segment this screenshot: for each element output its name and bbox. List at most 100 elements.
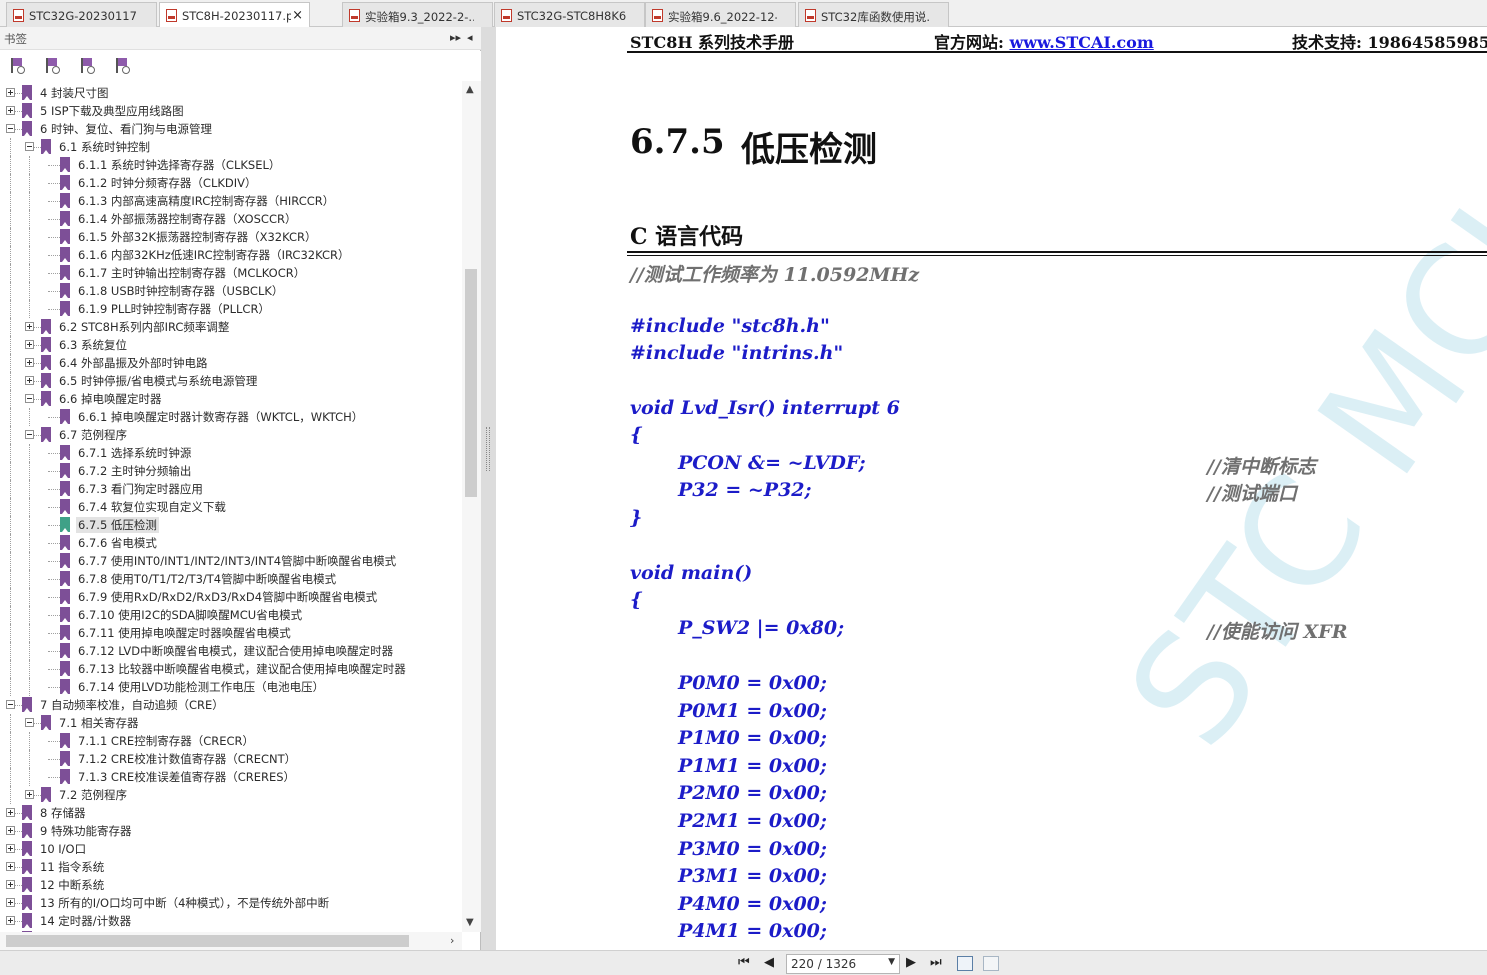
bookmark-item[interactable]: 6.7.6 省电模式 [0, 534, 462, 552]
bookmark-item[interactable]: 6.7.12 LVD中断唤醒省电模式，建议配合使用掉电唤醒定时器 [0, 642, 462, 660]
bookmark-item[interactable]: 6.7.11 使用掉电唤醒定时器唤醒省电模式 [0, 624, 462, 642]
panel-collapse-icon[interactable]: ◂ [467, 31, 473, 44]
bookmark-item[interactable]: 7.1.3 CRE校准误差值寄存器（CRERES） [0, 768, 462, 786]
expand-icon[interactable] [6, 826, 15, 835]
expand-icon[interactable] [6, 880, 15, 889]
bookmark-item[interactable]: 6.7.7 使用INT0/INT1/INT2/INT3/INT4管脚中断唤醒省电… [0, 552, 462, 570]
bookmark-item[interactable]: 6.1.2 时钟分频寄存器（CLKDIV） [0, 174, 462, 192]
bookmark-item[interactable]: 7.1.1 CRE控制寄存器（CRECR） [0, 732, 462, 750]
bookmark-item[interactable]: 12 中断系统 [0, 876, 462, 894]
first-page-icon[interactable]: ⏮ [738, 955, 750, 970]
bookmark-item[interactable]: 9 特殊功能寄存器 [0, 822, 462, 840]
bookmark-item[interactable]: 6.7.2 主时钟分频输出 [0, 462, 462, 480]
view-mode-icon[interactable] [957, 956, 973, 971]
bookmark-item[interactable]: 6.7 范例程序 [0, 426, 462, 444]
scroll-up-icon[interactable]: ▲ [466, 84, 474, 95]
scrollbar-thumb[interactable] [6, 935, 409, 947]
bookmark-item[interactable]: 6.1.8 USB时钟控制寄存器（USBCLK） [0, 282, 462, 300]
fit-page-icon[interactable] [983, 956, 999, 971]
bookmark-item[interactable]: 6.7.14 使用LVD功能检测工作电压（电池电压） [0, 678, 462, 696]
bookmark-item[interactable]: 6.7.4 软复位实现自定义下载 [0, 498, 462, 516]
bookmark-item[interactable]: 6.1.6 内部32KHz低速IRC控制寄存器（IRC32KCR） [0, 246, 462, 264]
splitter-grip[interactable] [486, 427, 490, 471]
collapse-icon[interactable] [25, 430, 34, 439]
panel-expand-icon[interactable]: ▸▸ [450, 31, 461, 44]
bookmark-item[interactable]: 6.7.8 使用T0/T1/T2/T3/T4管脚中断唤醒省电模式 [0, 570, 462, 588]
code-line: P0M0 = 0x00; [678, 672, 827, 694]
bookmark-item[interactable]: 7.1.2 CRE校准计数值寄存器（CRECNT） [0, 750, 462, 768]
tree-vertical-scrollbar[interactable]: ▲ ▼ [462, 81, 481, 932]
bookmark-item[interactable]: 6.7.3 看门狗定时器应用 [0, 480, 462, 498]
bookmark-item[interactable]: 6.6.1 掉电唤醒定时器计数寄存器（WKTCL，WKTCH） [0, 408, 462, 426]
scroll-right-icon[interactable]: › [450, 934, 454, 947]
add-bookmark-icon[interactable] [43, 57, 61, 75]
tab-document-4[interactable]: STC32G-STC8H8K6... [494, 2, 645, 27]
bookmark-item[interactable]: 6.7.13 比较器中断唤醒省电模式，建议配合使用掉电唤醒定时器 [0, 660, 462, 678]
bookmark-item[interactable]: 6.1 系统时钟控制 [0, 138, 462, 156]
next-page-icon[interactable]: ▶ [906, 955, 916, 970]
panel-splitter[interactable] [481, 27, 496, 950]
scroll-down-icon[interactable]: ▼ [466, 917, 474, 928]
bookmark-item[interactable]: 6.1.3 内部高速高精度IRC控制寄存器（HIRCCR） [0, 192, 462, 210]
bookmark-item[interactable]: 7 自动频率校准，自动追频（CRE） [0, 696, 462, 714]
chevron-down-icon[interactable]: ▼ [888, 957, 895, 967]
bookmark-item[interactable]: 6.1.1 系统时钟选择寄存器（CLKSEL） [0, 156, 462, 174]
bookmark-item[interactable]: 4 封装尺寸图 [0, 84, 462, 102]
bookmark-item[interactable]: 6.1.4 外部振荡器控制寄存器（XOSCCR） [0, 210, 462, 228]
bookmark-item[interactable]: 14 定时器/计数器 [0, 912, 462, 930]
bookmark-item[interactable]: 6.3 系统复位 [0, 336, 462, 354]
bookmark-item[interactable]: 6.7.10 使用I2C的SDA脚唤醒MCU省电模式 [0, 606, 462, 624]
code-line: P3M0 = 0x00; [678, 838, 827, 860]
tab-document-2[interactable]: STC8H-20230117.pdf...× [159, 2, 310, 28]
bookmark-item[interactable]: 6.6 掉电唤醒定时器 [0, 390, 462, 408]
bookmark-item[interactable]: 5 ISP下载及典型应用线路图 [0, 102, 462, 120]
collapse-icon[interactable] [6, 700, 15, 709]
bookmark-item[interactable]: 6.5 时钟停振/省电模式与系统电源管理 [0, 372, 462, 390]
bookmark-item[interactable]: 6.7.1 选择系统时钟源 [0, 444, 462, 462]
bookmark-item[interactable]: 6.1.7 主时钟输出控制寄存器（MCLKOCR） [0, 264, 462, 282]
scrollbar-thumb[interactable] [465, 269, 477, 497]
collapse-icon[interactable] [25, 142, 34, 151]
last-page-icon[interactable]: ⏭ [930, 955, 942, 970]
expand-icon[interactable] [6, 106, 15, 115]
expand-icon[interactable] [25, 322, 34, 331]
expand-icon[interactable] [6, 898, 15, 907]
tab-document-1[interactable]: STC32G-20230117.... [6, 2, 157, 27]
bookmark-item[interactable]: 10 I/O口 [0, 840, 462, 858]
expand-icon[interactable] [25, 340, 34, 349]
bookmark-check-icon[interactable] [113, 57, 131, 75]
bookmark-next-icon[interactable] [78, 57, 96, 75]
bookmark-item[interactable]: 6 时钟、复位、看门狗与电源管理 [0, 120, 462, 138]
expand-icon[interactable] [6, 916, 15, 925]
tab-document-5[interactable]: 实验箱9.6_2022-12-... [645, 2, 796, 27]
page-number-field[interactable]: 220 / 1326 ▼ [786, 954, 900, 974]
bookmark-icon[interactable] [8, 57, 26, 75]
site-link[interactable]: www.STCAI.com [1009, 33, 1153, 52]
tab-document-3[interactable]: 实验箱9.3_2022-2-... [342, 2, 493, 27]
bookmark-item[interactable]: 6.4 外部晶振及外部时钟电路 [0, 354, 462, 372]
bookmark-item[interactable]: 7.2 范例程序 [0, 786, 462, 804]
bookmark-item[interactable]: 7.1 相关寄存器 [0, 714, 462, 732]
previous-page-icon[interactable]: ◀ [764, 955, 774, 970]
expand-icon[interactable] [6, 862, 15, 871]
tree-horizontal-scrollbar[interactable]: › [0, 932, 462, 950]
collapse-icon[interactable] [25, 394, 34, 403]
bookmark-item[interactable]: 13 所有的I/O口均可中断（4种模式），不是传统外部中断 [0, 894, 462, 912]
bookmark-item[interactable]: 6.1.5 外部32K振荡器控制寄存器（X32KCR） [0, 228, 462, 246]
expand-icon[interactable] [6, 808, 15, 817]
bookmark-item[interactable]: 6.7.5 低压检测 [0, 516, 462, 534]
bookmark-item[interactable]: 6.7.9 使用RxD/RxD2/RxD3/RxD4管脚中断唤醒省电模式 [0, 588, 462, 606]
bookmark-item[interactable]: 8 存储器 [0, 804, 462, 822]
expand-icon[interactable] [25, 790, 34, 799]
expand-icon[interactable] [25, 376, 34, 385]
collapse-icon[interactable] [25, 718, 34, 727]
expand-icon[interactable] [6, 844, 15, 853]
bookmark-item[interactable]: 6.1.9 PLL时钟控制寄存器（PLLCR） [0, 300, 462, 318]
close-tab-icon[interactable]: × [292, 8, 303, 23]
bookmark-item[interactable]: 6.2 STC8H系列内部IRC频率调整 [0, 318, 462, 336]
bookmark-item[interactable]: 11 指令系统 [0, 858, 462, 876]
tab-document-6[interactable]: STC32库函数使用说... [798, 2, 949, 27]
expand-icon[interactable] [25, 358, 34, 367]
expand-icon[interactable] [6, 88, 15, 97]
collapse-icon[interactable] [6, 124, 15, 133]
